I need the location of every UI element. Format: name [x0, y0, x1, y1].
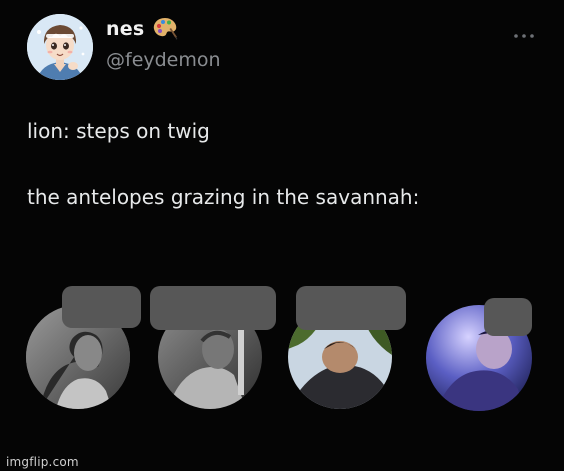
avatar[interactable] — [27, 14, 93, 80]
tweet-text-line-1: lion: steps on twig — [27, 119, 210, 143]
watermark: imgflip.com — [6, 455, 79, 469]
redaction-box-4 — [484, 298, 532, 336]
redaction-box-1 — [62, 286, 141, 328]
user-handle[interactable]: @feydemon — [106, 49, 221, 71]
artist-palette-icon — [152, 16, 178, 40]
redaction-box-2 — [150, 286, 276, 330]
tweet-card: nes @feydemon lion: steps on twig the an… — [0, 0, 564, 471]
tweet-text-line-2: the antelopes grazing in the savannah: — [27, 185, 420, 209]
display-name[interactable]: nes — [106, 18, 144, 40]
anime-avatar-icon — [27, 14, 93, 80]
redaction-box-3 — [296, 286, 406, 330]
more-horizontal-icon[interactable] — [513, 25, 535, 38]
